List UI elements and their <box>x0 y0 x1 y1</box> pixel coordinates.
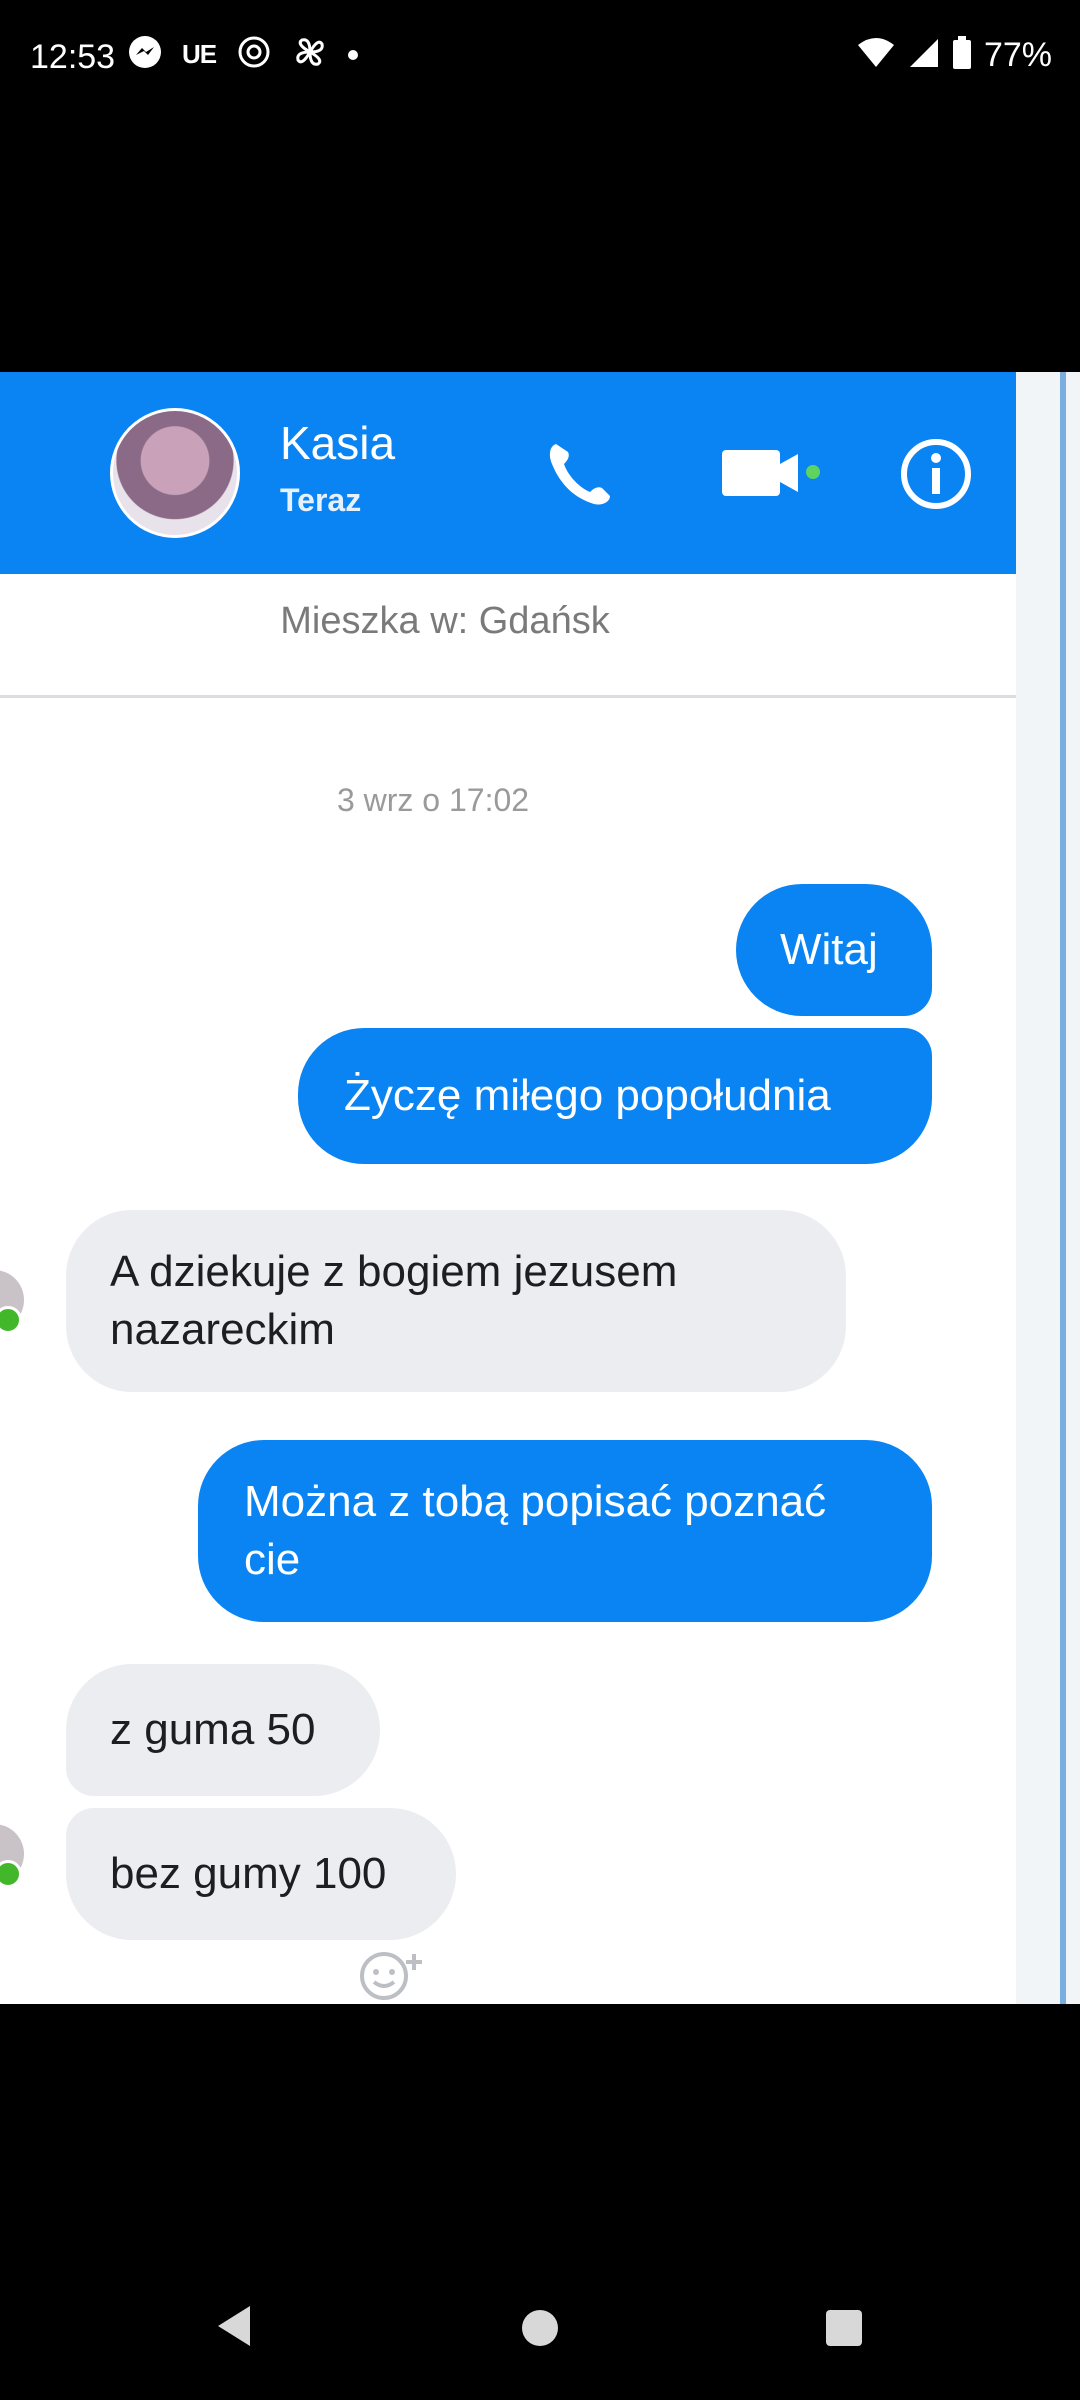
lives-in-text: Mieszka w: Gdańsk <box>280 600 610 642</box>
messenger-icon <box>128 35 162 74</box>
sender-avatar[interactable] <box>0 1824 24 1888</box>
online-indicator <box>0 1306 22 1334</box>
message-bubble-outgoing[interactable]: Można z tobą popisać poznać cie <box>198 1440 932 1622</box>
openai-icon <box>236 34 272 75</box>
contact-name[interactable]: Kasia <box>280 416 395 470</box>
battery-percent: 77% <box>983 36 1052 74</box>
phone-icon[interactable] <box>540 434 620 519</box>
contact-avatar[interactable] <box>110 408 240 538</box>
message-bubble-incoming[interactable]: z guma 50 <box>66 1664 380 1796</box>
notification-dot <box>348 49 359 60</box>
back-button[interactable] <box>214 2304 254 2353</box>
video-icon[interactable] <box>718 434 828 519</box>
divider <box>0 695 1016 698</box>
pinwheel-icon <box>292 34 328 75</box>
date-separator: 3 wrz o 17:02 <box>336 782 530 818</box>
contact-status: Teraz <box>280 482 362 518</box>
battery-icon <box>952 36 972 75</box>
recents-button[interactable] <box>826 2310 862 2346</box>
wifi-icon <box>856 37 896 74</box>
message-bubble-outgoing[interactable]: Witaj <box>736 884 932 1016</box>
online-indicator <box>0 1860 22 1888</box>
status-bar: 12:53 UE 77% <box>0 0 1080 120</box>
sender-avatar[interactable] <box>0 1270 24 1334</box>
ue-text: UE <box>182 39 217 69</box>
chat-screenshot: Kasia Teraz Mieszka w: Gdańsk 3 wrz o 17… <box>0 372 1016 2004</box>
add-reaction-icon[interactable] <box>356 1944 446 2004</box>
chat-header: Kasia Teraz <box>0 372 1016 574</box>
message-bubble-incoming[interactable]: bez gumy 100 <box>66 1808 456 1940</box>
status-time: 12:53 <box>30 38 116 76</box>
signal-icon <box>908 37 940 74</box>
notification-icons: UE <box>128 34 359 75</box>
info-icon[interactable] <box>896 434 976 519</box>
home-button[interactable] <box>522 2310 558 2346</box>
screenshot-edge <box>1016 372 1080 2004</box>
message-bubble-outgoing[interactable]: Życzę miłego popołudnia <box>298 1028 932 1164</box>
message-bubble-incoming[interactable]: A dziekuje z bogiem jezusem nazareckim <box>66 1210 846 1392</box>
navigation-bar <box>0 2260 1080 2400</box>
